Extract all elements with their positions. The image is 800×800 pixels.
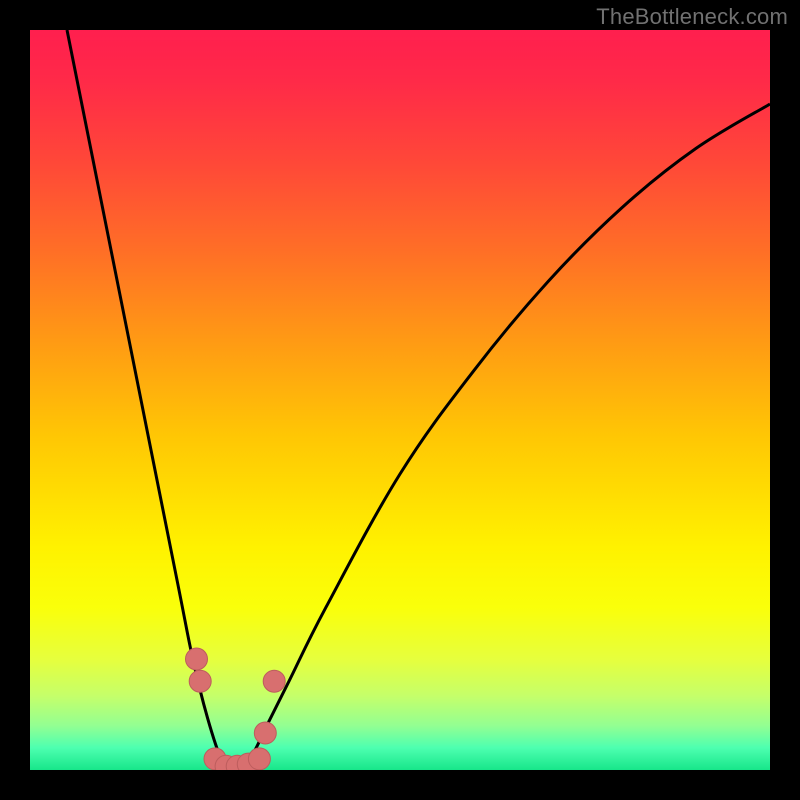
marker-point <box>248 748 270 770</box>
marker-point <box>254 722 276 744</box>
marker-point <box>189 670 211 692</box>
bottleneck-curve <box>67 30 770 770</box>
highlighted-points <box>186 648 286 770</box>
marker-point <box>263 670 285 692</box>
marker-point <box>186 648 208 670</box>
watermark: TheBottleneck.com <box>596 4 788 30</box>
bottleneck-chart <box>30 30 770 770</box>
chart-frame <box>30 30 770 770</box>
